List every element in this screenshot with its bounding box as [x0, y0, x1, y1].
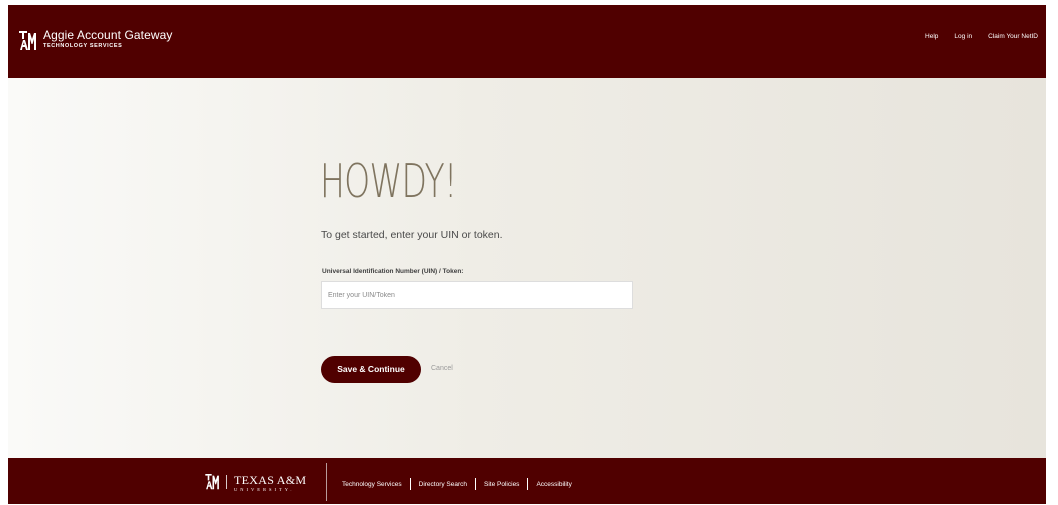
cancel-link[interactable]: Cancel [431, 365, 453, 372]
page-frame: Aggie Account Gateway TECHNOLOGY SERVICE… [8, 5, 1046, 504]
directory-search-link[interactable]: Directory Search [419, 481, 467, 488]
link-separator [527, 478, 529, 490]
help-link[interactable]: Help [925, 33, 938, 40]
university-wordmark[interactable]: TEXAS A&M UNIVERSITY. [234, 474, 306, 493]
site-footer: TEXAS A&M UNIVERSITY. Technology Service… [8, 458, 1046, 504]
atm-logo-icon[interactable] [205, 474, 220, 490]
page-title: HOWDY! [320, 154, 457, 208]
university-name: TEXAS A&M [234, 473, 307, 487]
atm-logo-icon [19, 31, 36, 50]
save-continue-button[interactable]: Save & Continue [321, 356, 421, 383]
app-subtitle: TECHNOLOGY SERVICES [43, 43, 123, 49]
footer-divider [326, 463, 327, 501]
brand[interactable]: Aggie Account Gateway TECHNOLOGY SERVICE… [19, 29, 173, 51]
site-policies-link[interactable]: Site Policies [484, 481, 519, 488]
uin-field-label: Universal Identification Number (UIN) / … [322, 268, 464, 275]
footer-links: Technology Services Directory Search Sit… [342, 478, 572, 490]
main-content: HOWDY! To get started, enter your UIN or… [8, 78, 1046, 458]
top-nav: Help Log in Claim Your NetID [925, 33, 1038, 40]
site-header: Aggie Account Gateway TECHNOLOGY SERVICE… [8, 5, 1046, 78]
uin-input[interactable] [321, 281, 633, 309]
link-separator [409, 478, 411, 490]
technology-services-link[interactable]: Technology Services [342, 481, 402, 488]
link-separator [475, 478, 477, 490]
intro-text: To get started, enter your UIN or token. [321, 229, 503, 241]
university-sub: UNIVERSITY. [234, 487, 295, 492]
claim-netid-link[interactable]: Claim Your NetID [988, 33, 1038, 40]
login-link[interactable]: Log in [954, 33, 972, 40]
app-title: Aggie Account Gateway [43, 28, 173, 42]
logo-divider [226, 475, 227, 489]
accessibility-link[interactable]: Accessibility [536, 481, 571, 488]
